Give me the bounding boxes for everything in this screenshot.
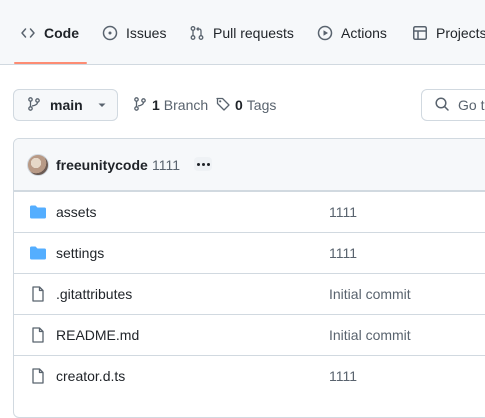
folder-icon <box>29 245 47 261</box>
file-commit-message[interactable]: 1111 <box>329 204 357 220</box>
file-icon <box>29 286 47 302</box>
tags-link[interactable]: 0 Tags <box>215 89 276 121</box>
file-name[interactable]: assets <box>56 204 96 220</box>
file-commit-message[interactable]: Initial commit <box>329 286 411 302</box>
file-name[interactable]: creator.d.ts <box>56 368 125 384</box>
issue-icon <box>102 25 118 41</box>
tab-projects[interactable]: Projects <box>412 0 485 65</box>
file-icon <box>29 368 47 384</box>
branch-icon <box>132 96 148 115</box>
repo-nav: Code Issues Pull requests Actions Projec… <box>0 0 485 65</box>
tab-issues[interactable]: Issues <box>102 0 166 65</box>
tag-label: Tags <box>246 97 277 113</box>
chevron-down-icon <box>97 97 107 113</box>
branch-name: main <box>50 97 83 113</box>
file-browser: freeunitycode 1111 assets 1111 settings … <box>13 138 485 418</box>
active-tab-indicator <box>14 62 87 64</box>
branch-icon <box>26 96 42 115</box>
tag-icon <box>215 96 231 115</box>
file-row[interactable]: README.md Initial commit <box>14 314 485 355</box>
commit-message[interactable]: 1111 <box>152 157 180 173</box>
tab-issues-label: Issues <box>126 24 167 41</box>
file-name[interactable]: README.md <box>56 327 139 343</box>
branch-label: Branch <box>163 97 209 113</box>
search-icon <box>434 96 450 115</box>
tab-actions[interactable]: Actions <box>317 0 387 65</box>
branch-select-button[interactable]: main <box>13 89 118 121</box>
file-row[interactable]: assets 1111 <box>14 191 485 232</box>
file-name[interactable]: settings <box>56 245 104 261</box>
tab-actions-label: Actions <box>341 24 387 41</box>
go-to-file-input[interactable]: Go t <box>421 89 485 121</box>
folder-icon <box>29 204 47 220</box>
ellipsis-icon[interactable] <box>194 157 212 171</box>
avatar[interactable] <box>27 154 49 176</box>
file-row[interactable]: creator.d.ts 1111 <box>14 355 485 396</box>
file-row[interactable]: settings 1111 <box>14 232 485 273</box>
tab-pull-requests[interactable]: Pull requests <box>189 0 294 65</box>
code-icon <box>20 25 36 41</box>
branches-link[interactable]: 1 Branch <box>132 89 208 121</box>
table-icon <box>412 25 428 41</box>
play-icon <box>317 25 333 41</box>
file-icon <box>29 327 47 343</box>
file-commit-message[interactable]: Initial commit <box>329 327 411 343</box>
latest-commit-bar: freeunitycode 1111 <box>14 139 485 191</box>
pull-request-icon <box>189 25 205 41</box>
file-commit-message[interactable]: 1111 <box>329 368 357 384</box>
branch-count: 1 <box>152 97 160 113</box>
file-name[interactable]: .gitattributes <box>56 286 132 302</box>
tab-code[interactable]: Code <box>20 0 79 65</box>
tab-projects-label: Projects <box>436 24 485 41</box>
commit-author[interactable]: freeunitycode <box>56 157 148 173</box>
tab-pull-requests-label: Pull requests <box>213 24 294 41</box>
go-to-file-placeholder: Go t <box>458 97 485 113</box>
file-commit-message[interactable]: 1111 <box>329 245 357 261</box>
tab-code-label: Code <box>44 24 79 41</box>
tag-count: 0 <box>235 97 243 113</box>
file-row[interactable]: .gitattributes Initial commit <box>14 273 485 314</box>
